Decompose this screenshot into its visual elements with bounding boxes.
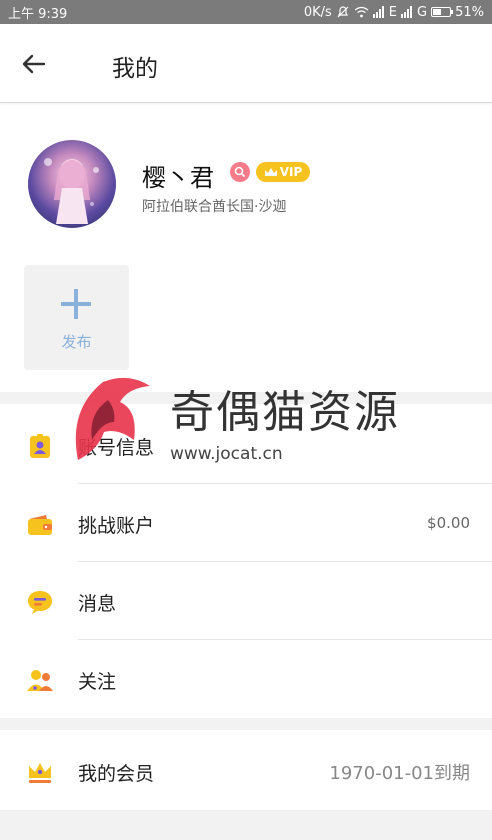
publish-label: 发布	[61, 333, 92, 351]
users-icon	[27, 670, 53, 691]
search-badge-icon	[230, 162, 250, 182]
app-header: 我的	[0, 24, 492, 103]
status-indicators: 0K/s E G 51%	[304, 5, 484, 20]
vip-badge: VIP	[256, 162, 310, 182]
avatar-illustration	[44, 158, 99, 224]
menu-item-messages[interactable]: 消息	[0, 562, 492, 640]
menu-item-account-info[interactable]: 账号信息	[0, 406, 492, 484]
status-bar: 上午 9:39 0K/s E G 51%	[0, 0, 492, 24]
follow-label: 关注	[78, 671, 117, 693]
crown-icon	[29, 763, 51, 783]
mute-bell-icon	[337, 6, 349, 18]
section-divider	[0, 718, 492, 730]
wallet-icon	[28, 515, 52, 535]
signal-icon	[372, 6, 384, 18]
magnifier-icon	[234, 166, 246, 178]
vip-label: VIP	[279, 165, 303, 179]
account-info-label: 账号信息	[78, 437, 155, 459]
network-speed: 0K/s	[303, 4, 332, 20]
bottom-band	[0, 810, 492, 840]
signal-type-1: E	[388, 4, 398, 20]
messages-label: 消息	[78, 593, 117, 615]
section-divider	[0, 392, 492, 404]
plus-icon-horizontal	[61, 302, 91, 306]
publish-button[interactable]: 发布	[24, 265, 129, 370]
menu-item-follow[interactable]: 关注	[0, 640, 492, 718]
challenge-account-label: 挑战账户	[78, 515, 155, 537]
membership-expiry: 1970-01-01到期	[329, 763, 470, 784]
signal-type-2: G	[417, 4, 428, 20]
battery-percent: 51%	[455, 4, 484, 20]
chat-bubble-icon	[28, 591, 52, 614]
status-time: 上午 9:39	[8, 6, 68, 22]
avatar[interactable]	[28, 140, 116, 228]
membership-label: 我的会员	[78, 763, 155, 785]
wifi-icon	[354, 6, 369, 18]
page-title: 我的	[112, 56, 158, 82]
menu-item-challenge-account[interactable]: 挑战账户 $0.00	[0, 484, 492, 562]
battery-icon	[431, 7, 454, 17]
menu-item-membership[interactable]: 我的会员 1970-01-01到期	[0, 732, 492, 810]
id-card-icon	[30, 434, 50, 458]
back-button[interactable]	[18, 48, 50, 80]
battery-fill	[433, 9, 442, 15]
challenge-account-balance: $0.00	[427, 514, 470, 532]
arrow-left-icon	[22, 54, 46, 74]
crown-icon	[264, 168, 277, 176]
signal-icon-2	[401, 6, 413, 18]
user-location: 阿拉伯联合酋长国·沙迦	[142, 199, 287, 215]
username: 樱丶君	[142, 164, 214, 192]
